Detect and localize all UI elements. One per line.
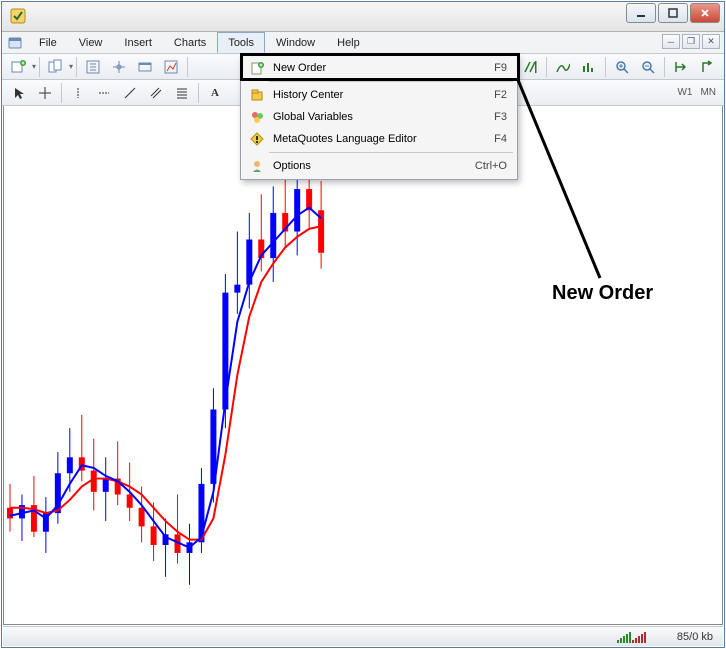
new-chart-button[interactable] <box>7 56 31 78</box>
mdi-restore-button[interactable]: ❐ <box>682 34 700 49</box>
menu-global-variables-shortcut: F3 <box>494 111 507 123</box>
autoscroll-button[interactable] <box>669 56 693 78</box>
menu-file[interactable]: File <box>28 32 68 53</box>
menu-options-label: Options <box>267 160 475 172</box>
menu-history-center-shortcut: F2 <box>494 89 507 101</box>
options-icon <box>247 159 267 173</box>
vline-button[interactable] <box>66 82 90 104</box>
timeframe-mn-button[interactable]: MN <box>696 87 720 98</box>
window-close-button[interactable] <box>690 3 720 23</box>
app-icon <box>10 8 26 24</box>
cursor-button[interactable] <box>7 82 31 104</box>
shift-button[interactable] <box>695 56 719 78</box>
navigator-button[interactable] <box>107 56 131 78</box>
menu-metaeditor[interactable]: MetaQuotes Language Editor F4 <box>243 128 515 150</box>
menu-options-shortcut: Ctrl+O <box>475 160 507 172</box>
history-icon <box>247 88 267 102</box>
text-button[interactable]: A <box>203 82 227 104</box>
window-minimize-button[interactable] <box>626 3 656 23</box>
status-traffic: 85/0 kb <box>677 631 713 643</box>
tester-button[interactable] <box>159 56 183 78</box>
new-order-icon <box>247 61 267 75</box>
menubar: File View Insert Charts Tools Window Hel… <box>2 32 724 54</box>
chart-canvas[interactable] <box>3 106 723 625</box>
fibo-button[interactable] <box>170 82 194 104</box>
titlebar <box>2 2 724 32</box>
terminal-button[interactable] <box>133 56 157 78</box>
indicators-button[interactable] <box>551 56 575 78</box>
menu-new-order-label: New Order <box>267 62 494 74</box>
menu-global-variables[interactable]: Global Variables F3 <box>243 106 515 128</box>
menu-separator <box>269 81 513 82</box>
menu-history-center[interactable]: History Center F2 <box>243 84 515 106</box>
menu-options[interactable]: Options Ctrl+O <box>243 155 515 177</box>
menu-tools[interactable]: Tools <box>217 32 265 53</box>
menu-history-center-label: History Center <box>267 89 494 101</box>
menu-window[interactable]: Window <box>265 32 326 53</box>
window-maximize-button[interactable] <box>658 3 688 23</box>
zoom-out-button[interactable] <box>636 56 660 78</box>
menu-new-order[interactable]: New Order F9 <box>243 57 515 79</box>
mdi-close-button[interactable]: ✕ <box>702 34 720 49</box>
connection-indicator-icon <box>617 631 647 643</box>
menu-insert[interactable]: Insert <box>113 32 163 53</box>
crosshair-button[interactable] <box>33 82 57 104</box>
annotation-text: New Order <box>552 282 653 305</box>
zoom-in-button[interactable] <box>610 56 634 78</box>
shift-end-button[interactable] <box>518 56 542 78</box>
statusbar: 85/0 kb <box>3 626 723 646</box>
periodicity-button[interactable] <box>577 56 601 78</box>
tools-dropdown: New Order F9 History Center F2 Global Va… <box>240 54 518 180</box>
menu-help[interactable]: Help <box>326 32 371 53</box>
hline-button[interactable] <box>92 82 116 104</box>
menu-global-variables-label: Global Variables <box>267 111 494 123</box>
menu-separator <box>269 152 513 153</box>
menu-metaeditor-label: MetaQuotes Language Editor <box>267 133 494 145</box>
editor-icon <box>247 132 267 146</box>
profiles-button[interactable] <box>44 56 68 78</box>
menu-metaeditor-shortcut: F4 <box>494 133 507 145</box>
globals-icon <box>247 110 267 124</box>
file-icon <box>6 32 24 53</box>
market-watch-button[interactable] <box>81 56 105 78</box>
channel-button[interactable] <box>144 82 168 104</box>
trendline-button[interactable] <box>118 82 142 104</box>
menu-charts[interactable]: Charts <box>163 32 217 53</box>
menu-new-order-shortcut: F9 <box>494 62 507 74</box>
mdi-minimize-button[interactable]: ─ <box>662 34 680 49</box>
menu-view[interactable]: View <box>68 32 114 53</box>
timeframe-w1-button[interactable]: W1 <box>673 87 696 98</box>
